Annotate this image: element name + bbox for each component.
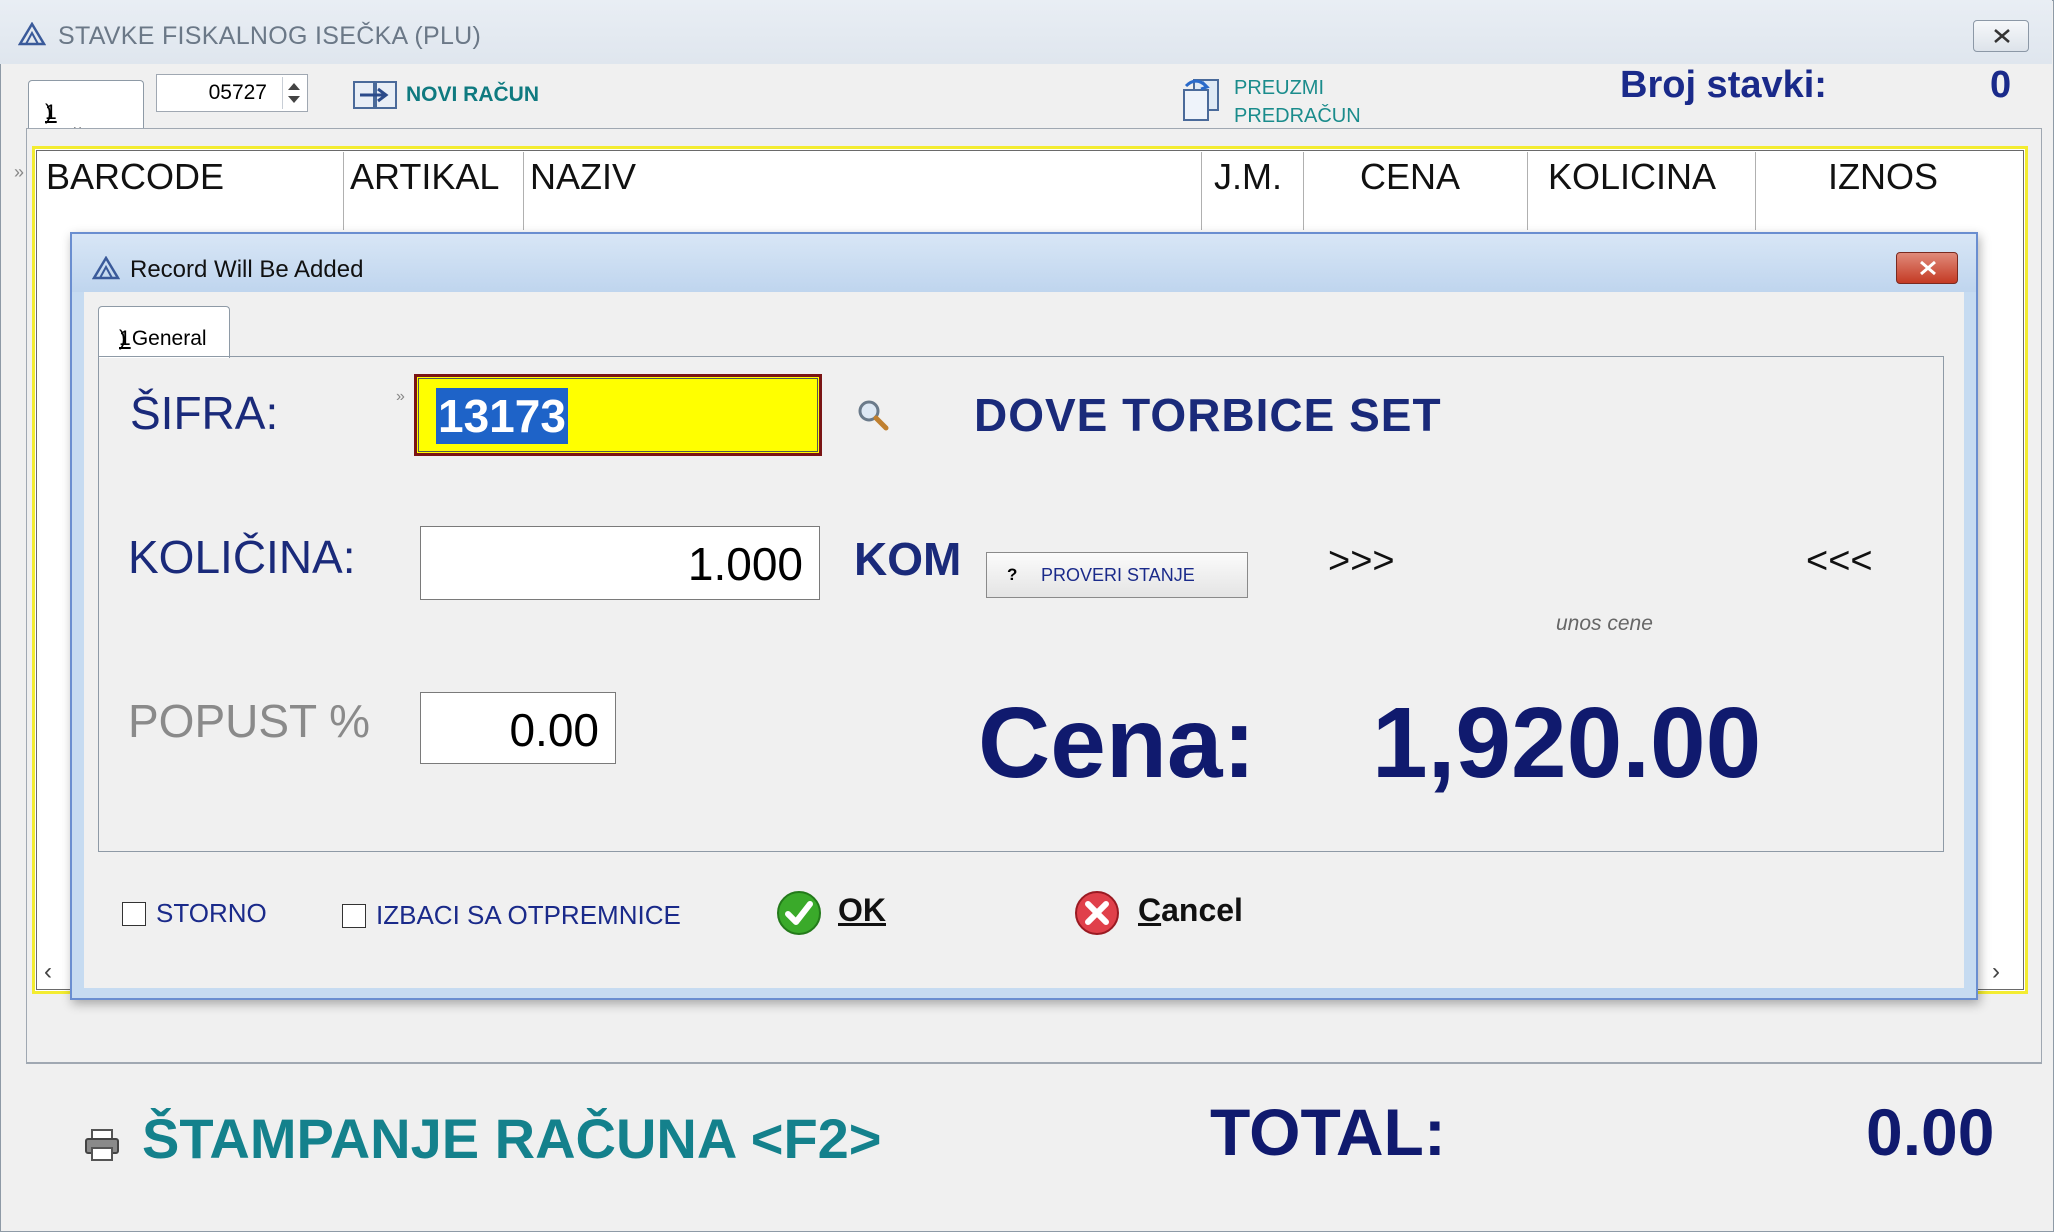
- column-header-label: ARTIKAL: [350, 156, 500, 197]
- popust-input-value: 0.00: [509, 704, 599, 756]
- preuzmi-label-line2: PREDRAČUN: [1234, 105, 1361, 127]
- unit-label: KOM: [854, 533, 962, 585]
- column-header-jm[interactable]: J.M.: [1202, 152, 1304, 230]
- dialog-close-button[interactable]: [1896, 252, 1958, 284]
- cancel-button[interactable]: Cancel: [1138, 892, 1243, 929]
- dialog-title: Record Will Be Added: [130, 256, 364, 283]
- unos-cene-label: unos cene: [1556, 612, 1653, 635]
- column-header-kolicina[interactable]: KOLICINA: [1528, 152, 1756, 230]
- artikal-name: DOVE TORBICE SET: [974, 389, 1442, 441]
- column-header-barcode[interactable]: BARCODE: [38, 152, 344, 230]
- footer-divider: [26, 1062, 2042, 1063]
- column-header-cena[interactable]: CENA: [1304, 152, 1528, 230]
- window-title: STAVKE FISKALNOG ISEČKA (PLU): [58, 22, 482, 50]
- tab-general-label: ) General: [119, 327, 207, 350]
- cancel-label-rest: ancel: [1161, 892, 1243, 928]
- app-logo-icon: [92, 256, 120, 280]
- preuzmi-label-line1: PREUZMI: [1234, 77, 1324, 99]
- column-header-label: BARCODE: [46, 156, 225, 197]
- column-header-naziv[interactable]: NAZIV: [524, 152, 1202, 230]
- sifra-label: ŠIFRA:: [130, 387, 279, 439]
- popust-input[interactable]: 0.00: [420, 692, 616, 764]
- stampanje-racuna-button[interactable]: ŠTAMPANJE RAČUNA <F2>: [142, 1106, 882, 1171]
- scroll-left-icon[interactable]: ‹: [44, 958, 52, 986]
- scroll-right-icon[interactable]: ›: [1992, 958, 2000, 986]
- cancel-mnemonic: C: [1138, 892, 1162, 928]
- column-header-label: KOLICINA: [1548, 156, 1717, 197]
- column-header-artikal[interactable]: ARTIKAL: [344, 152, 524, 230]
- novi-racun-label: NOVI RAČUN: [406, 83, 540, 106]
- ok-button[interactable]: OK: [838, 892, 886, 929]
- proveri-stanje-button[interactable]: ? PROVERI STANJE: [986, 552, 1248, 598]
- kolicina-input-value: 1.000: [687, 538, 803, 590]
- app-logo-icon: [18, 22, 46, 46]
- tab-general[interactable]: 1) General: [98, 306, 230, 358]
- close-icon: [1994, 29, 2010, 43]
- stepper-up-icon[interactable]: [288, 83, 300, 90]
- cena-label: Cena:: [978, 687, 1256, 799]
- close-icon: [1920, 260, 1936, 276]
- help-icon: ?: [1007, 565, 1018, 584]
- ok-check-icon[interactable]: [776, 890, 822, 936]
- window-close-button[interactable]: [1973, 20, 2029, 52]
- total-label: TOTAL:: [1210, 1095, 1446, 1169]
- izbaci-label: IZBACI SA OTPREMNICE: [376, 900, 681, 930]
- cancel-x-icon[interactable]: [1074, 890, 1120, 936]
- search-icon[interactable]: [856, 398, 890, 432]
- new-receipt-icon: [353, 81, 397, 109]
- cena-value: 1,920.00: [1372, 687, 1762, 799]
- printer-icon[interactable]: [84, 1128, 120, 1162]
- broj-stavki-value: 0: [1990, 64, 2012, 106]
- column-header-label: CENA: [1360, 156, 1461, 197]
- storno-label: STORNO: [156, 898, 267, 928]
- column-header-iznos[interactable]: IZNOS: [1756, 152, 2020, 230]
- izbaci-checkbox[interactable]: [342, 904, 366, 928]
- kolicina-input[interactable]: 1.000: [420, 526, 820, 600]
- sifra-input-value: 13173: [436, 388, 568, 444]
- receipt-number-value: 05727: [208, 81, 267, 104]
- broj-stavki-label: Broj stavki:: [1620, 64, 1827, 106]
- storno-checkbox[interactable]: [122, 902, 146, 926]
- column-header-label: IZNOS: [1828, 156, 1939, 197]
- column-header-label: NAZIV: [530, 156, 637, 197]
- total-value: 0.00: [1866, 1095, 1995, 1169]
- stepper-buttons[interactable]: [282, 77, 305, 109]
- field-marker-icon: »: [396, 388, 405, 405]
- stepper-down-icon[interactable]: [288, 96, 300, 103]
- price-prev-button[interactable]: <<<: [1806, 540, 1873, 583]
- column-header-label: J.M.: [1214, 156, 1282, 197]
- kolicina-label: KOLIČINA:: [128, 531, 356, 583]
- proveri-stanje-label: PROVERI STANJE: [1041, 565, 1195, 585]
- import-document-icon: [1183, 79, 1219, 121]
- row-marker-icon: »: [14, 162, 25, 182]
- popust-label: POPUST %: [128, 695, 370, 747]
- price-next-button[interactable]: >>>: [1328, 540, 1395, 583]
- window-titlebar: STAVKE FISKALNOG ISEČKA (PLU): [0, 0, 2052, 64]
- receipt-number-stepper[interactable]: 05727: [156, 74, 308, 112]
- tab-racun[interactable]: 1) Račun: [28, 80, 144, 148]
